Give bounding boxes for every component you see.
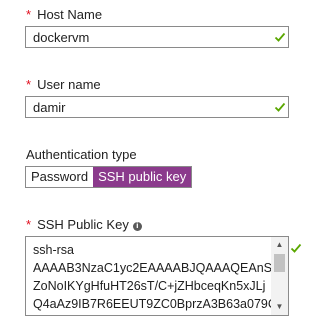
auth-type-label: Authentication type xyxy=(26,147,137,162)
scroll-up-arrow-icon[interactable]: ▲ xyxy=(271,240,288,250)
host-name-field[interactable] xyxy=(25,26,289,48)
ssh-key-label: * SSH Public Key i xyxy=(26,217,142,233)
user-name-label: * User name xyxy=(26,77,101,93)
ssh-key-label-text: SSH Public Key xyxy=(37,217,129,232)
ssh-key-line: Q4aAz9IB7R6EEUT9ZC0BprzA3B63a079C xyxy=(33,297,277,311)
host-name-label: * Host Name xyxy=(26,7,102,23)
ssh-key-line: ZoNoIKYgHfuHT26sT/C+jZHbceqKn5xJLj xyxy=(33,279,266,293)
ssh-key-line: ssh-rsa xyxy=(33,243,74,257)
host-name-label-text: Host Name xyxy=(37,7,103,22)
user-name-label-text: User name xyxy=(37,77,101,92)
ssh-key-textarea[interactable]: ssh-rsa AAAAB3NzaC1yc2EAAAABJQAAAQEAnS Z… xyxy=(25,236,289,316)
checkmark-icon xyxy=(274,101,286,113)
auth-option-ssh-public-key[interactable]: SSH public key xyxy=(93,167,192,187)
vertical-scrollbar[interactable]: ▲ ▼ xyxy=(271,237,288,315)
checkmark-icon xyxy=(290,242,302,254)
user-name-field[interactable] xyxy=(25,96,289,118)
auth-type-toggle[interactable]: Password SSH public key xyxy=(25,166,193,188)
info-icon[interactable]: i xyxy=(132,222,142,231)
scrollbar-thumb[interactable] xyxy=(274,254,285,272)
required-marker: * xyxy=(26,217,32,232)
required-marker: * xyxy=(26,7,32,22)
checkmark-icon xyxy=(274,31,286,43)
user-name-input[interactable] xyxy=(26,97,288,117)
ssh-key-text: ssh-rsa AAAAB3NzaC1yc2EAAAABJQAAAQEAnS Z… xyxy=(33,241,277,313)
scroll-down-arrow-icon[interactable]: ▼ xyxy=(271,302,288,312)
auth-option-password[interactable]: Password xyxy=(26,167,94,187)
required-marker: * xyxy=(26,77,32,92)
ssh-key-line: AAAAB3NzaC1yc2EAAAABJQAAAQEAnS xyxy=(33,261,272,275)
host-name-input[interactable] xyxy=(26,27,288,47)
